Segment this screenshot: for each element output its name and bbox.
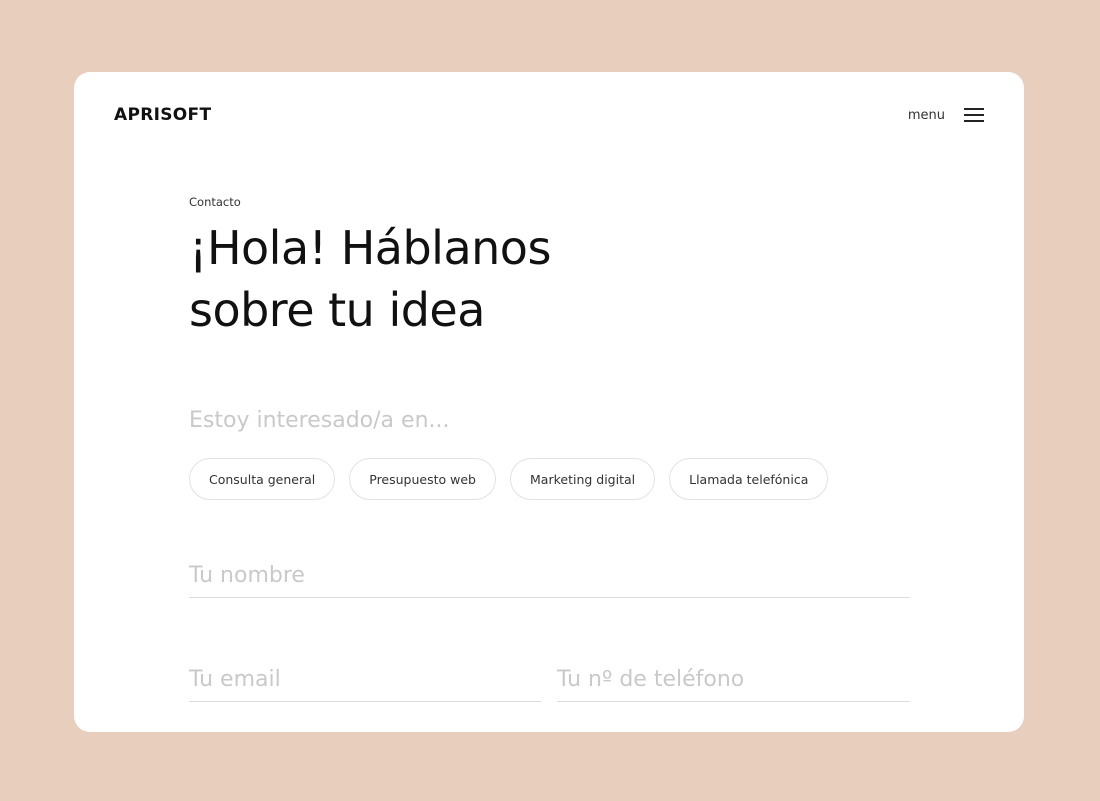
interest-options: Consulta general Presupuesto web Marketi…: [189, 458, 829, 500]
name-input[interactable]: [189, 553, 910, 597]
hamburger-icon: [964, 108, 984, 122]
title-line-1: ¡Hola! Háblanos: [189, 221, 551, 275]
brand-logo[interactable]: APRISOFT: [114, 104, 211, 126]
email-field: [189, 657, 541, 702]
name-field: [189, 553, 910, 598]
section-eyebrow: Contacto: [189, 195, 241, 209]
contact-card: APRISOFT menu Contacto ¡Hola! Háblanos s…: [74, 72, 1024, 732]
chip-llamada-telefonica[interactable]: Llamada telefónica: [669, 458, 829, 500]
menu-label: menu: [907, 107, 945, 123]
menu-button[interactable]: menu: [908, 104, 984, 126]
title-line-2: sobre tu idea: [189, 283, 485, 337]
phone-input[interactable]: [557, 657, 910, 701]
phone-field: [557, 657, 910, 702]
chip-marketing-digital[interactable]: Marketing digital: [510, 458, 656, 500]
chip-consulta-general[interactable]: Consulta general: [189, 458, 336, 500]
interest-label: Estoy interesado/a en...: [189, 408, 450, 433]
page-title: ¡Hola! Háblanos sobre tu idea: [189, 217, 551, 341]
chip-presupuesto-web[interactable]: Presupuesto web: [349, 458, 496, 500]
email-input[interactable]: [189, 657, 541, 701]
